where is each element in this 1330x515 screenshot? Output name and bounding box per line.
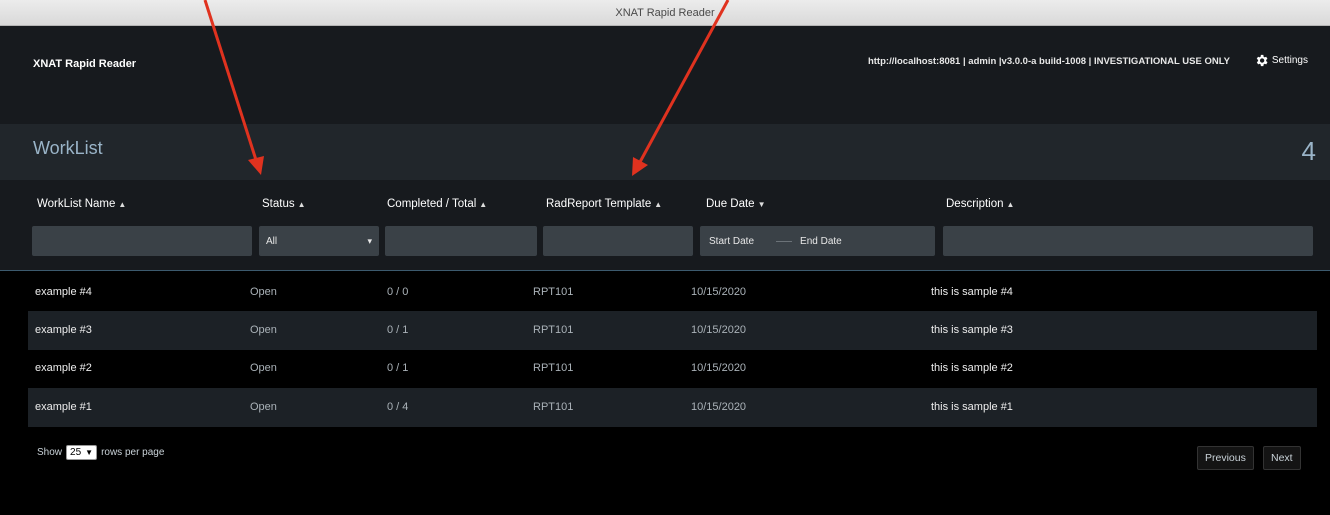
cell-status: Open [250, 286, 277, 298]
column-header-due-date[interactable]: Due Date ▼︎ [706, 198, 766, 210]
name-filter-input[interactable] [32, 226, 252, 256]
next-page-button[interactable]: Next [1263, 446, 1301, 470]
app-header: XNAT Rapid Reader http://localhost:8081 … [0, 26, 1330, 124]
cell-status: Open [250, 324, 277, 336]
rows-per-page-label: rows per page [101, 447, 165, 458]
worklist-title: WorkList [33, 138, 103, 158]
template-filter-input[interactable] [543, 226, 693, 256]
page-size-select[interactable]: 25 ▼︎ [66, 445, 98, 460]
end-date-field[interactable]: End Date [800, 236, 842, 247]
description-filter-input[interactable] [943, 226, 1313, 256]
completed-filter-input[interactable] [385, 226, 537, 256]
app-title: XNAT Rapid Reader [33, 58, 137, 70]
sort-icon: ▲︎ [118, 199, 127, 209]
sort-icon: ▲︎ [479, 199, 488, 209]
cell-name: example #4 [35, 286, 92, 298]
sort-icon: ▲︎ [654, 199, 663, 209]
worklist-count: 4 [1301, 136, 1316, 166]
sort-desc-icon: ▼︎ [757, 199, 766, 209]
column-header-template[interactable]: RadReport Template ▲︎ [546, 198, 662, 210]
start-date-field[interactable]: Start Date [709, 236, 754, 247]
cell-template: RPT101 [533, 401, 574, 413]
settings-label: Settings [1271, 55, 1308, 66]
cell-due-date: 10/15/2020 [691, 324, 747, 336]
chevron-down-icon: ▼︎ [85, 448, 94, 457]
cell-completed: 0 / 0 [387, 286, 409, 298]
column-header-description[interactable]: Description ▲︎ [946, 198, 1014, 210]
cell-due-date: 10/15/2020 [691, 286, 747, 298]
table-row[interactable]: example #3 Open 0 / 1 RPT101 10/15/2020 … [28, 311, 1317, 350]
previous-page-button[interactable]: Previous [1197, 446, 1254, 470]
cell-template: RPT101 [533, 286, 574, 298]
table-row[interactable]: example #2 Open 0 / 1 RPT101 10/15/2020 … [28, 349, 1317, 388]
cell-due-date: 10/15/2020 [691, 362, 747, 374]
cell-template: RPT101 [533, 324, 574, 336]
cell-name: example #3 [35, 324, 92, 336]
cell-description: this is sample #1 [931, 401, 1013, 413]
cell-description: this is sample #4 [931, 286, 1013, 298]
table-header: WorkList Name ▲︎ Status ▲︎ Completed / Tot… [0, 180, 1330, 271]
settings-button[interactable]: Settings [1254, 53, 1308, 68]
cell-status: Open [250, 362, 277, 374]
window-title: XNAT Rapid Reader [615, 7, 715, 19]
cell-due-date: 10/15/2020 [691, 401, 747, 413]
cell-description: this is sample #3 [931, 324, 1013, 336]
sort-icon: ▲︎ [1006, 199, 1015, 209]
cell-description: this is sample #2 [931, 362, 1013, 374]
window-titlebar: XNAT Rapid Reader [0, 0, 1330, 26]
page-size-control: Show 25 ▼︎ rows per page [37, 445, 164, 460]
column-header-completed[interactable]: Completed / Total ▲︎ [387, 198, 487, 210]
show-label: Show [37, 447, 63, 458]
cell-status: Open [250, 401, 277, 413]
table-row[interactable]: example #4 Open 0 / 0 RPT101 10/15/2020 … [28, 273, 1317, 312]
server-info: http://localhost:8081 | admin |v3.0.0-a … [867, 56, 1230, 67]
cell-template: RPT101 [533, 362, 574, 374]
due-date-range-picker[interactable]: Start Date End Date [700, 226, 935, 256]
cell-name: example #2 [35, 362, 92, 374]
cell-completed: 0 / 4 [387, 401, 409, 413]
cell-completed: 0 / 1 [387, 324, 409, 336]
sort-icon: ▲︎ [297, 199, 306, 209]
cell-name: example #1 [35, 401, 92, 413]
page-size-value: 25 [70, 447, 82, 458]
column-header-status[interactable]: Status ▲︎ [262, 198, 306, 210]
gear-icon [1256, 54, 1268, 67]
date-range-separator [776, 240, 793, 242]
column-header-name[interactable]: WorkList Name ▲︎ [37, 198, 126, 210]
status-filter-value: All [266, 235, 278, 247]
table-row[interactable]: example #1 Open 0 / 4 RPT101 10/15/2020 … [28, 388, 1317, 427]
status-filter-select[interactable]: All ▾ [259, 226, 379, 256]
cell-completed: 0 / 1 [387, 362, 409, 374]
chevron-down-icon: ▾ [367, 235, 372, 246]
worklist-header: WorkList 4 [0, 124, 1330, 180]
